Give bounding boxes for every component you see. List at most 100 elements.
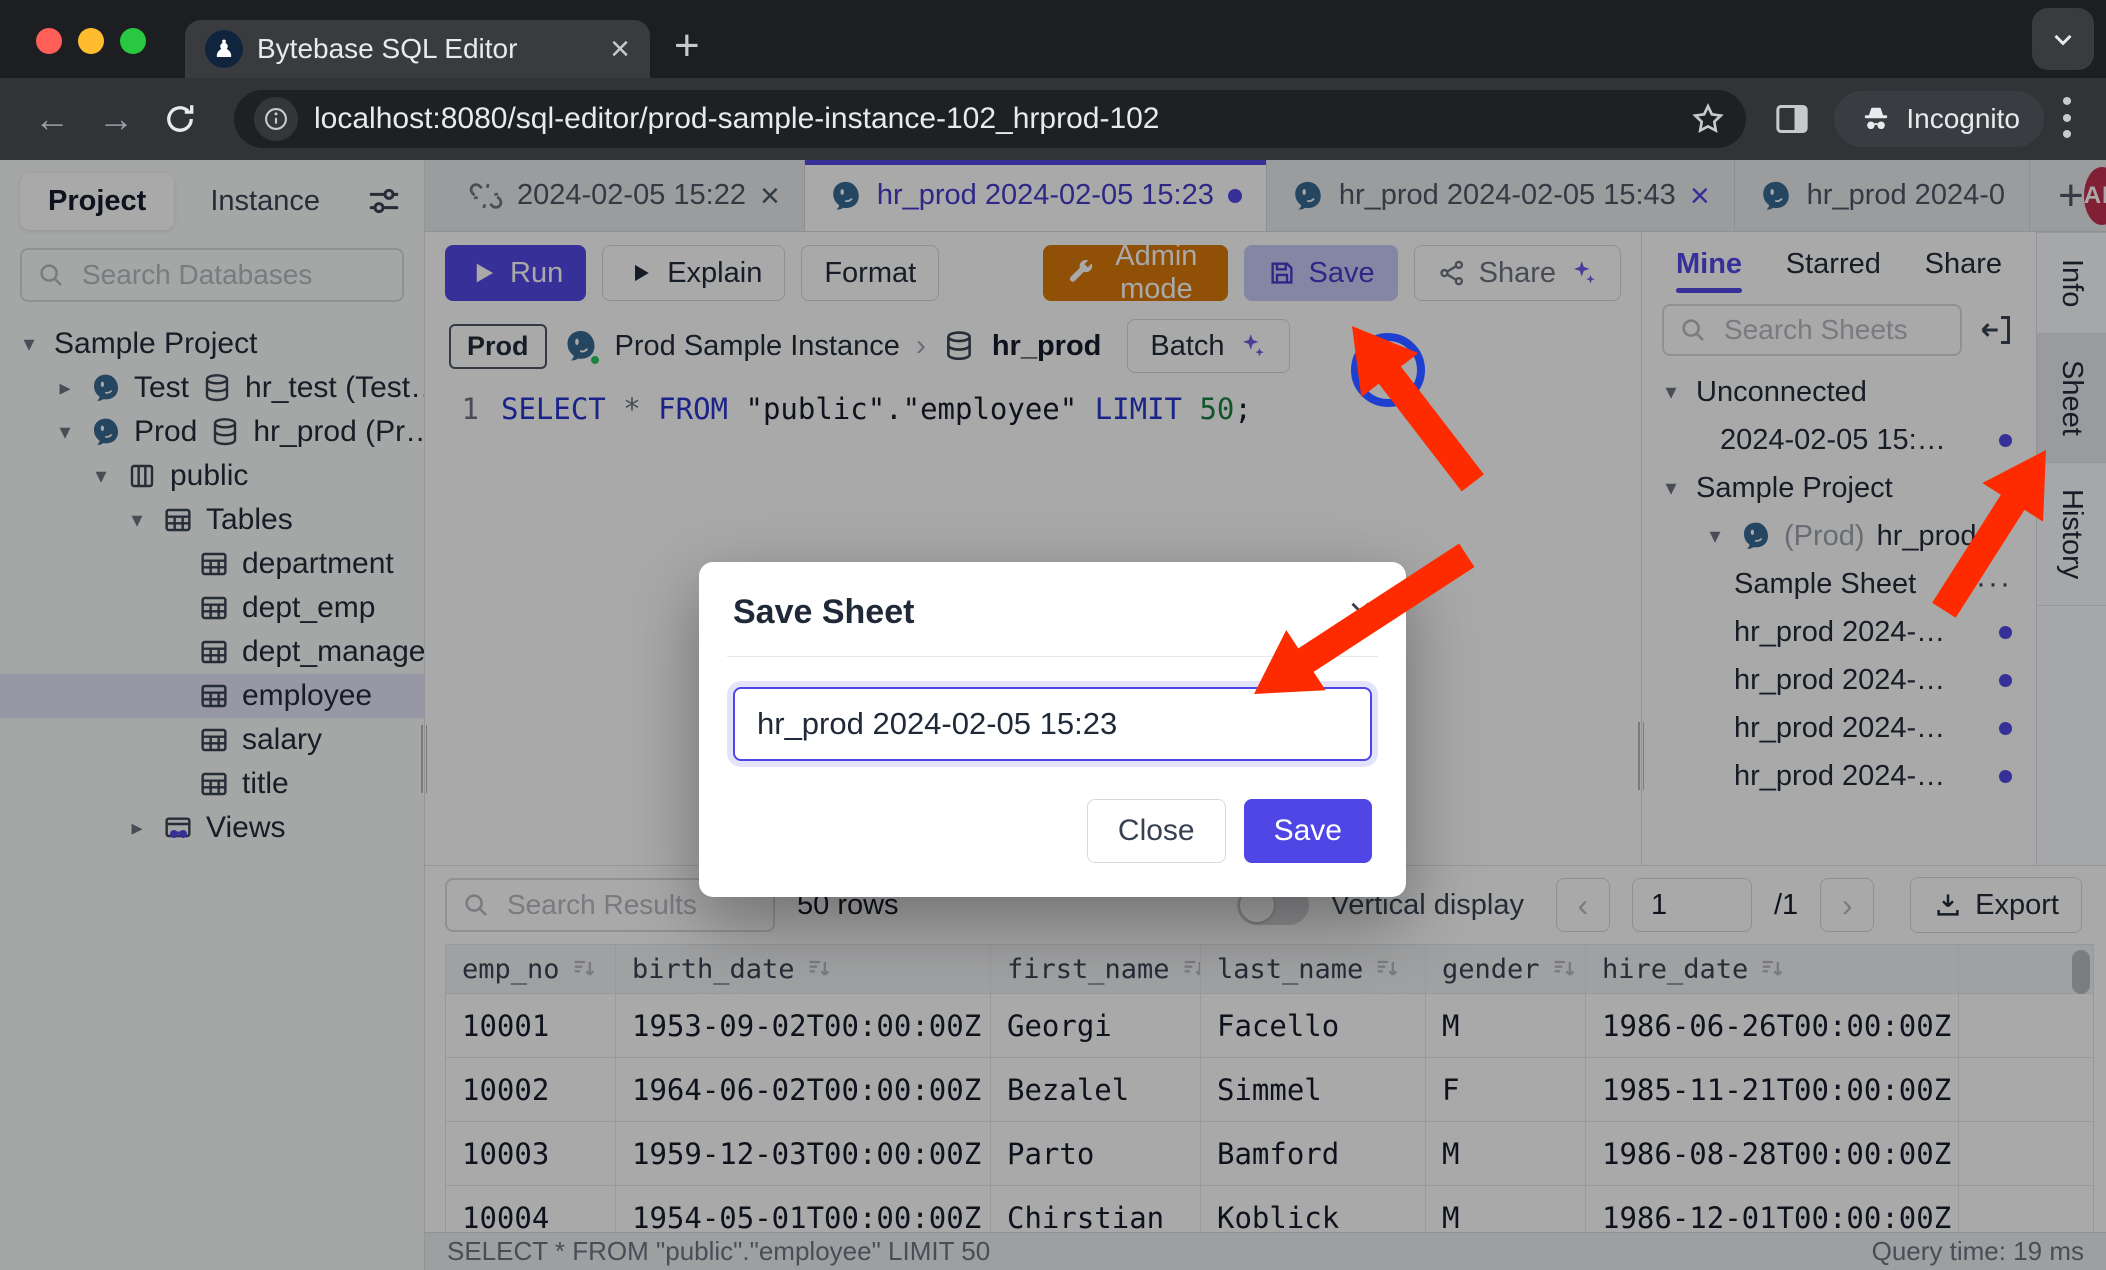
environment-chip[interactable]: Prod xyxy=(449,324,547,369)
tree-item-prod[interactable]: ▾Prodhr_prod (Pr… xyxy=(0,410,424,454)
browser-tab[interactable]: ♟ Bytebase SQL Editor × xyxy=(185,20,650,78)
tab-sheet[interactable]: Sheet xyxy=(2037,334,2106,463)
table-row[interactable]: 100021964-06-02T00:00:00ZBezalelSimmelF1… xyxy=(446,1057,2093,1121)
user-avatar[interactable]: AD xyxy=(2084,167,2106,225)
collapse-panel-icon[interactable] xyxy=(1976,310,2016,350)
tree-item-employee[interactable]: employee xyxy=(0,674,424,718)
caret-down-icon[interactable]: ▾ xyxy=(1658,475,1684,501)
column-header-emp_no[interactable]: emp_no xyxy=(446,945,616,993)
caret-down-icon[interactable]: ▾ xyxy=(1702,523,1728,549)
table-cell-filler xyxy=(1959,1058,2093,1121)
tab-mine[interactable]: Mine xyxy=(1676,234,1742,295)
site-info-icon[interactable] xyxy=(254,97,298,141)
sheet-item[interactable]: 2024-02-05 15:… xyxy=(1642,416,2036,464)
reload-icon[interactable] xyxy=(152,91,208,147)
export-button[interactable]: Export xyxy=(1910,877,2082,933)
save-button[interactable]: Save xyxy=(1244,245,1398,301)
postgres-icon xyxy=(563,328,599,364)
modal-save-button[interactable]: Save xyxy=(1244,799,1372,863)
tree-item-department[interactable]: department xyxy=(0,542,424,586)
batch-button[interactable]: Batch xyxy=(1127,319,1289,373)
new-sheet-tab-button[interactable]: + xyxy=(2058,174,2084,218)
tab-instance[interactable]: Instance xyxy=(210,185,320,218)
tree-item-dept-manager[interactable]: dept_manager xyxy=(0,630,424,674)
sidebar-resize-handle[interactable] xyxy=(421,725,427,793)
side-panel-icon[interactable] xyxy=(1772,99,1812,139)
format-button[interactable]: Format xyxy=(801,245,939,301)
tab-project[interactable]: Project xyxy=(20,173,174,230)
table-scrollbar[interactable] xyxy=(2072,950,2090,994)
tab-starred[interactable]: Starred xyxy=(1786,234,1881,295)
close-icon[interactable]: × xyxy=(1349,592,1372,632)
tree-item-title[interactable]: title xyxy=(0,762,424,806)
caret-down-icon[interactable]: ▾ xyxy=(52,419,78,445)
tab-history[interactable]: History xyxy=(2037,463,2106,606)
sheet-item[interactable]: hr_prod 2024-… xyxy=(1642,656,2036,704)
tab-search-button[interactable] xyxy=(2032,8,2094,70)
caret-right-icon[interactable]: ▸ xyxy=(52,375,78,401)
tree-item-public[interactable]: ▾public xyxy=(0,454,424,498)
more-actions-icon[interactable]: ··· xyxy=(1976,567,2012,601)
column-header-birth_date[interactable]: birth_date xyxy=(616,945,991,993)
sheet-group[interactable]: ▾Sample Project xyxy=(1642,464,2036,512)
page-number-input[interactable] xyxy=(1632,878,1752,932)
prev-page-button[interactable]: ‹ xyxy=(1556,878,1610,932)
tree-item-dept-emp[interactable]: dept_emp xyxy=(0,586,424,630)
table-row[interactable]: 100011953-09-02T00:00:00ZGeorgiFacelloM1… xyxy=(446,993,2093,1057)
new-tab-button[interactable]: + xyxy=(674,24,700,68)
table-cell: 1986-06-26T00:00:00Z xyxy=(1586,994,1959,1057)
caret-down-icon[interactable]: ▾ xyxy=(16,331,42,357)
breadcrumb-database[interactable]: hr_prod xyxy=(992,330,1102,363)
editor-tab[interactable]: 2024-02-05 15:22× xyxy=(445,160,805,231)
editor-tab[interactable]: hr_prod 2024-02-05 15:23 xyxy=(805,160,1267,231)
tree-item-sample-project[interactable]: ▾Sample Project xyxy=(0,322,424,366)
share-button[interactable]: Share xyxy=(1414,245,1621,301)
table-row[interactable]: 100041954-05-01T00:00:00ZChirstianKoblic… xyxy=(446,1185,2093,1232)
browser-menu-icon[interactable]: ••• xyxy=(2052,94,2082,144)
tree-item-test[interactable]: ▸Testhr_test (Test… xyxy=(0,366,424,410)
column-header-hire_date[interactable]: hire_date xyxy=(1586,945,1959,993)
caret-down-icon[interactable]: ▾ xyxy=(88,463,114,489)
admin-mode-button[interactable]: Admin mode xyxy=(1043,245,1227,301)
sheet-item[interactable]: hr_prod 2024-… xyxy=(1642,608,2036,656)
caret-down-icon[interactable]: ▾ xyxy=(1658,379,1684,405)
close-window-button[interactable] xyxy=(36,28,62,54)
tree-item-views[interactable]: ▸Views xyxy=(0,806,424,850)
run-button[interactable]: Run xyxy=(445,245,586,301)
sheet-name-input[interactable] xyxy=(733,687,1372,761)
tab-share[interactable]: Share xyxy=(1925,234,2002,295)
column-header-last_name[interactable]: last_name xyxy=(1201,945,1426,993)
sheet-panel-resize-handle[interactable] xyxy=(1638,722,1644,790)
forward-icon[interactable]: → xyxy=(88,91,144,147)
explain-button[interactable]: Explain xyxy=(602,245,785,301)
modal-close-button[interactable]: Close xyxy=(1087,799,1226,863)
tab-info[interactable]: Info xyxy=(2037,232,2106,334)
column-header-gender[interactable]: gender xyxy=(1426,945,1586,993)
search-databases-input[interactable] xyxy=(20,248,404,302)
sql-token xyxy=(1182,392,1199,426)
caret-down-icon[interactable]: ▾ xyxy=(124,507,150,533)
bookmark-star-icon[interactable] xyxy=(1690,101,1726,137)
minimize-window-button[interactable] xyxy=(78,28,104,54)
zoom-window-button[interactable] xyxy=(120,28,146,54)
column-header-first_name[interactable]: first_name xyxy=(991,945,1201,993)
close-tab-icon[interactable]: × xyxy=(610,32,630,66)
next-page-button[interactable]: › xyxy=(1820,878,1874,932)
url-bar[interactable]: localhost:8080/sql-editor/prod-sample-in… xyxy=(234,90,1746,148)
tree-item-salary[interactable]: salary xyxy=(0,718,424,762)
sheet-item[interactable]: ▾(Prod)hr_prod xyxy=(1642,512,2036,560)
close-tab-icon[interactable]: × xyxy=(760,179,780,213)
tree-item-tables[interactable]: ▾Tables xyxy=(0,498,424,542)
table-row[interactable]: 100031959-12-03T00:00:00ZPartoBamfordM19… xyxy=(446,1121,2093,1185)
caret-right-icon[interactable]: ▸ xyxy=(124,815,150,841)
sheet-group[interactable]: ▾Unconnected xyxy=(1642,368,2036,416)
close-tab-icon[interactable]: × xyxy=(1690,179,1710,213)
editor-tab[interactable]: hr_prod 2024-02-05 15:43× xyxy=(1267,160,1735,231)
sheet-item[interactable]: hr_prod 2024-… xyxy=(1642,704,2036,752)
filter-settings-icon[interactable] xyxy=(364,181,404,221)
breadcrumb-instance[interactable]: Prod Sample Instance xyxy=(615,330,900,363)
sheet-item[interactable]: Sample Sheet··· xyxy=(1642,560,2036,608)
sheet-item[interactable]: hr_prod 2024-… xyxy=(1642,752,2036,800)
editor-tab[interactable]: hr_prod 2024-0 xyxy=(1735,160,2030,231)
back-icon[interactable]: ← xyxy=(24,91,80,147)
